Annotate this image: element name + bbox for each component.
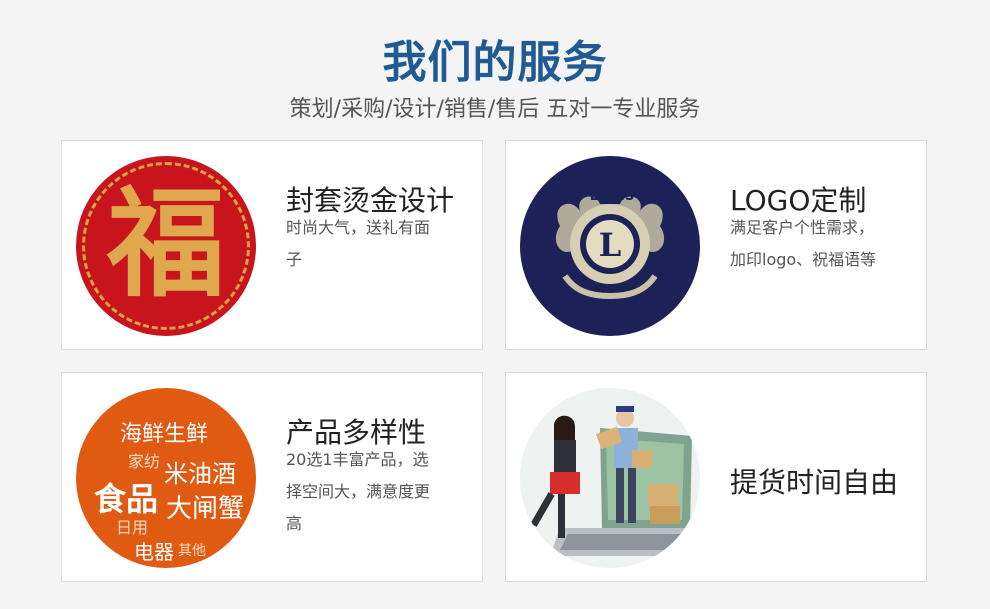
card-title: 提货时间自由 — [730, 466, 899, 499]
page-subtitle: 策划/采购/设计/销售/售后 五对一专业服务 — [289, 97, 701, 122]
emblem-center-letter: L — [599, 226, 622, 264]
page-title: 我们的服务 — [382, 37, 608, 88]
lions-logo-image: L LIONS INTERNATIONAL — [520, 156, 700, 336]
product-categories-image: 海鲜生鲜 家纺 米油酒 食品 大闸蟹 日用 电器 其他 — [76, 388, 256, 568]
service-card-logo: L LIONS INTERNATIONAL LOGO定制 满足客户个性需求， 加… — [505, 140, 927, 350]
service-card-gold-foil: 福 封套烫金设计 时尚大气，送礼有面 子 — [61, 140, 483, 350]
service-card-pickup: 提货时间自由 — [505, 372, 927, 582]
delivery-photo-image — [520, 388, 700, 568]
emblem-top-text: LIONS — [590, 189, 634, 204]
fu-character-image: 福 — [76, 156, 256, 336]
card-description: 时尚大气，送礼有面 子 — [286, 218, 431, 269]
lions-emblem-icon: L LIONS INTERNATIONAL — [555, 189, 665, 300]
service-card-variety: 海鲜生鲜 家纺 米油酒 食品 大闸蟹 日用 电器 其他 产品多样性 20选1丰富… — [61, 372, 483, 582]
card-description: 20选1丰富产品，选 择空间大，满意度更 高 — [286, 450, 431, 533]
delivery-scene-icon — [520, 388, 700, 568]
card-description: 满足客户个性需求， 加印logo、祝福语等 — [730, 218, 877, 269]
fu-glyph: 福 — [106, 174, 225, 313]
